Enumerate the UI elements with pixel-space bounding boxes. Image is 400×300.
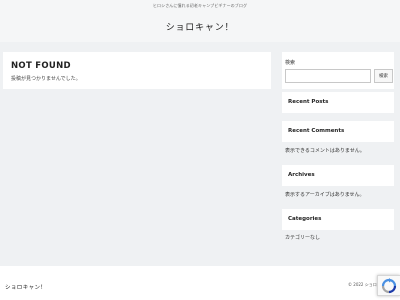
recent-posts-title: Recent Posts [282,92,394,113]
not-found-message: 投稿が見つかりませんでした。 [11,76,81,82]
footer-site-title-link[interactable]: ショロキャン！ [5,283,46,291]
page-title: NOT FOUND [11,61,71,71]
site-title-link[interactable]: ショロキャン！ [0,20,400,33]
search-input[interactable] [285,69,371,83]
archives-empty: 表示するアーカイブはありません。 [285,192,365,198]
site-header: ヒロシさんに憧れる初老キャンプビギナーのブログ ショロキャン！ [0,0,400,42]
recent-comments-title: Recent Comments [282,121,394,142]
site-footer: ショロキャン！ © 2022 ショロ [0,266,400,300]
recaptcha-badge[interactable] [377,275,400,296]
site-tagline: ヒロシさんに憧れる初老キャンプビギナーのブログ [152,3,248,8]
categories-title: Categories [282,209,394,230]
archives-title: Archives [282,165,394,186]
search-label: 検索 [285,60,296,66]
recaptcha-icon [381,278,397,294]
copyright-text: © 2022 ショロ [348,282,377,287]
search-button[interactable]: 検索 [374,69,393,83]
not-found-card: NOT FOUND 投稿が見つかりませんでした。 [3,52,271,89]
search-widget: 検索 検索 [282,52,394,89]
categories-empty: カテゴリーなし [285,235,321,241]
recent-comments-empty: 表示できるコメントはありません。 [285,148,365,154]
